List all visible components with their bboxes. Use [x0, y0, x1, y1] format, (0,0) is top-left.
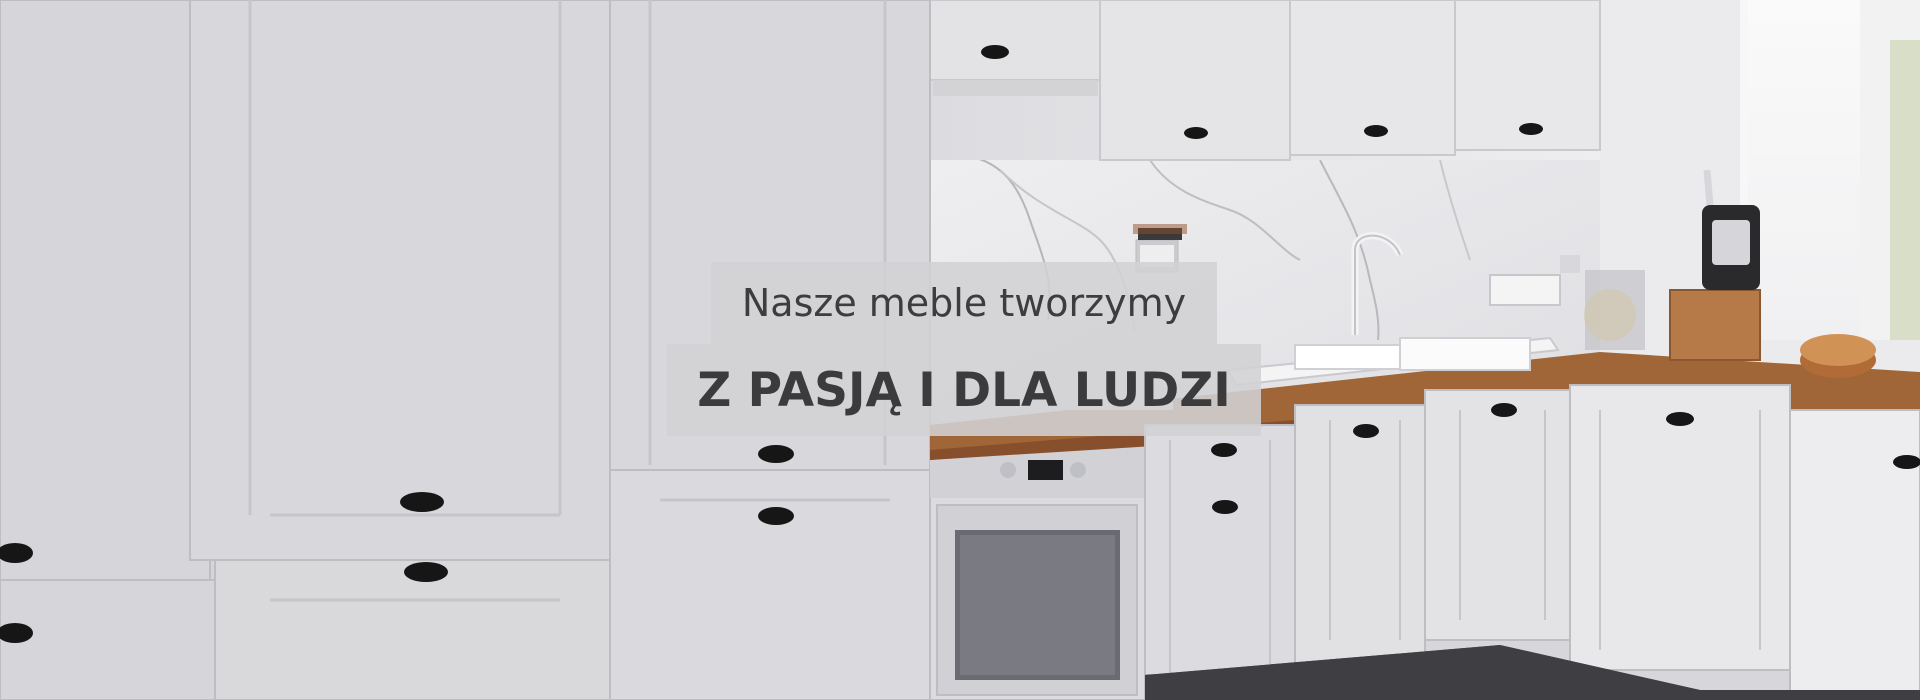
hero-banner: Nasze meble tworzymy Z PASJĄ I DLA LUDZI: [0, 0, 1920, 700]
hero-tagline: Z PASJĄ I DLA LUDZI: [697, 362, 1231, 418]
tagline-panel: Z PASJĄ I DLA LUDZI: [667, 344, 1261, 436]
headline-panel: Nasze meble tworzymy: [711, 262, 1217, 344]
hero-headline: Nasze meble tworzymy: [741, 281, 1187, 325]
